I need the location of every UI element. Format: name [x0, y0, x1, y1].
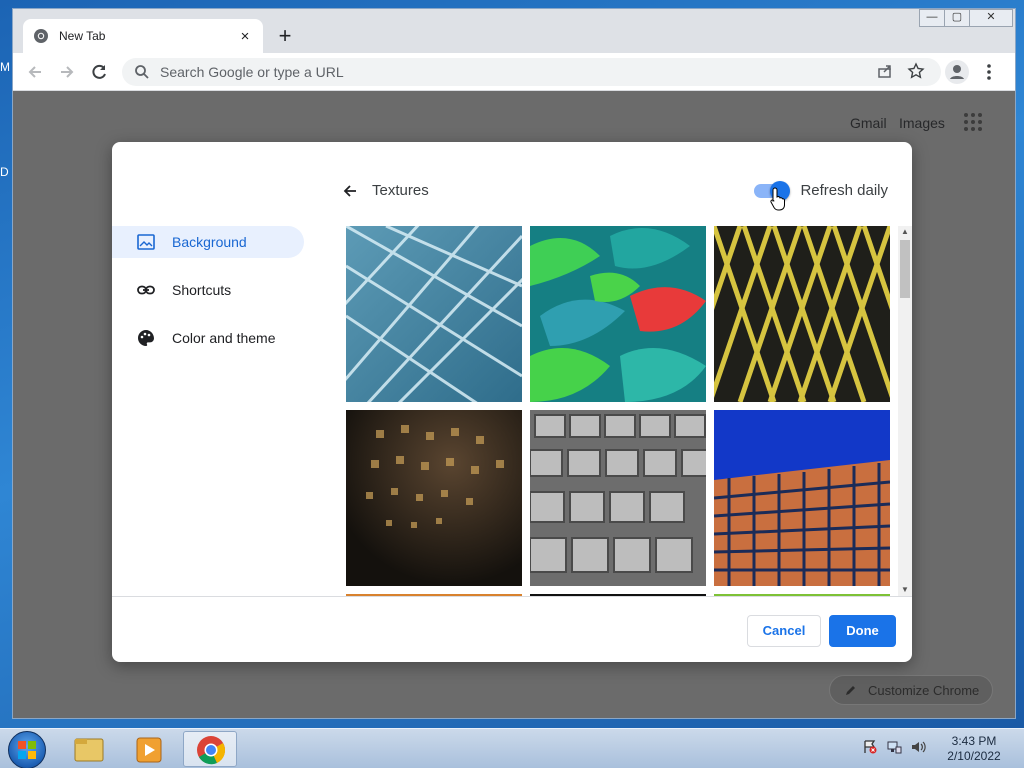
action-center-flag-icon[interactable]	[862, 739, 878, 755]
customize-chrome-button[interactable]: Customize Chrome	[829, 675, 993, 705]
chrome-icon	[197, 736, 226, 765]
media-player-icon	[136, 737, 162, 763]
background-tile[interactable]	[714, 410, 890, 586]
explorer-icon	[74, 738, 104, 762]
omnibox-placeholder: Search Google or type a URL	[160, 64, 344, 80]
texture-green-shingles-image	[530, 228, 706, 402]
background-tile[interactable]	[346, 410, 522, 586]
image-icon	[137, 234, 155, 250]
menu-item-label: Shortcuts	[172, 282, 232, 298]
apps-grid-icon[interactable]	[964, 113, 984, 133]
mouse-pointer-hand-icon	[770, 187, 785, 211]
back-arrow-icon[interactable]	[25, 62, 45, 82]
menu-item-background[interactable]: Background	[112, 226, 304, 258]
background-tile[interactable]	[530, 410, 706, 586]
bookmark-star-icon[interactable]	[906, 62, 926, 82]
grid-scrollbar[interactable]: ▲ ▼	[898, 226, 912, 596]
tab-close-icon[interactable]: ×	[237, 28, 253, 45]
refresh-daily-label: Refresh daily	[800, 182, 888, 199]
network-icon[interactable]	[886, 739, 902, 755]
texture-blue-glass-image	[346, 226, 522, 402]
scroll-up-icon[interactable]: ▲	[898, 226, 912, 238]
minimize-button[interactable]: —	[919, 9, 945, 27]
reload-icon[interactable]	[89, 62, 109, 82]
explorer-taskbar-button[interactable]	[62, 731, 116, 767]
new-tab-button[interactable]: +	[273, 25, 297, 49]
texture-gold-mesh-image	[366, 425, 504, 528]
chrome-favicon-icon	[34, 29, 48, 43]
title-bar: New Tab × + — ▢ ✕	[13, 9, 1015, 53]
menu-item-shortcuts[interactable]: Shortcuts	[112, 274, 304, 306]
taskbar: 3:43 PM 2/10/2022	[0, 728, 1024, 768]
restore-button[interactable]: ▢	[944, 9, 970, 27]
menu-item-label: Background	[172, 234, 247, 250]
palette-icon	[138, 330, 154, 346]
texture-grey-facade-image	[530, 414, 706, 573]
done-button[interactable]: Done	[829, 615, 896, 647]
scrollbar-thumb[interactable]	[900, 240, 910, 298]
window-close-button[interactable]: ✕	[969, 9, 1013, 27]
kebab-menu-icon[interactable]	[979, 62, 999, 82]
start-button[interactable]	[8, 731, 46, 768]
back-arrow-icon[interactable]	[342, 183, 358, 199]
system-clock[interactable]: 3:43 PM 2/10/2022	[944, 734, 1004, 764]
link-icon	[137, 285, 155, 295]
share-icon[interactable]	[875, 62, 895, 82]
customize-dialog: Textures Refresh daily Background Shortc…	[112, 142, 912, 662]
profile-avatar-icon[interactable]	[945, 60, 969, 84]
menu-item-color-and-theme[interactable]: Color and theme	[112, 322, 304, 354]
media-player-taskbar-button[interactable]	[122, 731, 176, 767]
omnibox[interactable]: Search Google or type a URL	[122, 58, 941, 86]
pencil-icon	[846, 686, 855, 695]
dialog-footer: Cancel Done	[112, 596, 912, 662]
system-tray	[862, 739, 926, 755]
background-tile[interactable]	[346, 226, 522, 402]
desktop-icon-label-fragment: D	[0, 165, 9, 179]
tab-new-tab[interactable]: New Tab ×	[23, 19, 263, 53]
cancel-button[interactable]: Cancel	[747, 615, 821, 647]
toolbar: Search Google or type a URL	[13, 53, 1015, 91]
texture-yellow-lattice-image	[714, 226, 890, 402]
background-tile[interactable]	[530, 226, 706, 402]
collection-heading: Textures	[372, 182, 429, 199]
clock-time: 3:43 PM	[951, 734, 997, 748]
clock-date: 2/10/2022	[947, 749, 1001, 763]
chrome-taskbar-button[interactable]	[183, 731, 237, 767]
tab-title: New Tab	[59, 29, 106, 43]
window-controls: — ▢ ✕	[919, 9, 1013, 27]
scroll-down-icon[interactable]: ▼	[898, 584, 912, 596]
texture-orange-building-image	[714, 460, 890, 586]
forward-arrow-icon[interactable]	[57, 62, 77, 82]
customize-chrome-label: Customize Chrome	[868, 682, 980, 698]
desktop-icon-label-fragment: M	[0, 60, 10, 74]
windows-logo-icon	[18, 741, 36, 759]
background-tile[interactable]	[714, 226, 890, 402]
gmail-link[interactable]: Gmail	[850, 115, 887, 131]
menu-item-label: Color and theme	[172, 330, 276, 346]
search-icon	[135, 65, 149, 79]
dialog-header: Textures	[342, 182, 429, 199]
images-link[interactable]: Images	[899, 115, 945, 131]
background-image-grid	[346, 226, 898, 596]
volume-icon[interactable]	[910, 739, 926, 755]
